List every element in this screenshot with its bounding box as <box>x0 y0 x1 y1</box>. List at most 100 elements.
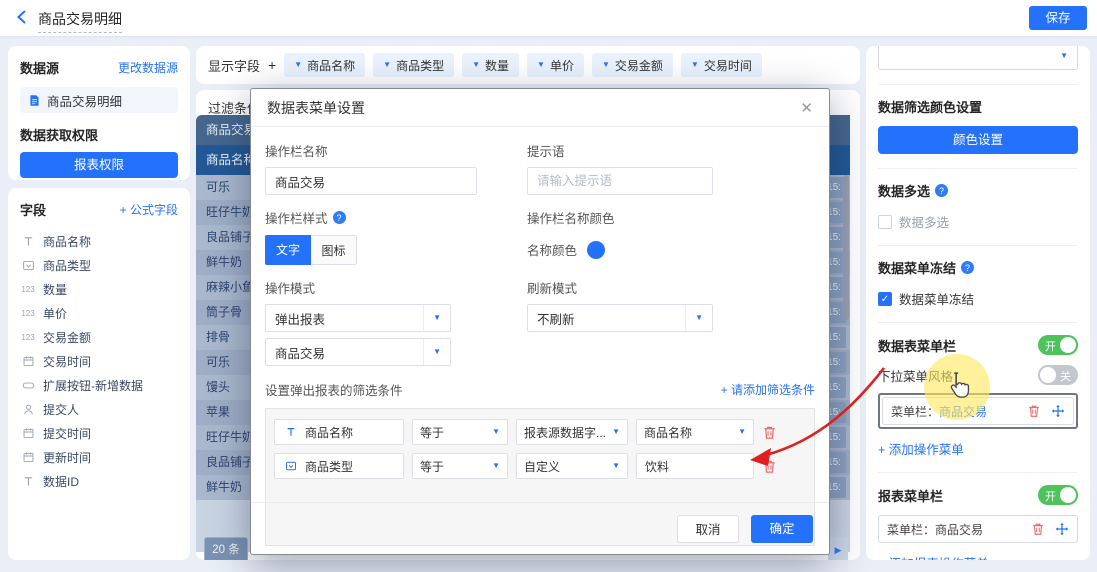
field-chip[interactable]: ▼单价 <box>527 53 584 77</box>
cancel-button[interactable]: 取消 <box>677 515 739 543</box>
field-item[interactable]: 123交易金额 <box>20 325 178 349</box>
report-menu-item[interactable]: 菜单栏：商品交易 <box>878 515 1078 543</box>
report-select[interactable]: 商品交易▼ <box>265 338 451 366</box>
style-select[interactable]: ▼ <box>878 46 1078 70</box>
filter-section-label: 设置弹出报表的筛选条件 <box>265 380 403 399</box>
next-page-button[interactable]: ▶ <box>828 537 848 560</box>
back-icon[interactable] <box>14 9 30 25</box>
chevron-down-icon: ▼ <box>691 61 699 69</box>
color-swatch[interactable] <box>587 241 605 259</box>
field-item[interactable]: 商品类型 <box>20 253 178 277</box>
add-field-button[interactable]: + <box>268 57 276 73</box>
help-icon[interactable]: ? <box>333 211 346 224</box>
calendar-icon <box>20 449 36 465</box>
multi-select-row[interactable]: 数据多选 <box>878 212 1078 231</box>
condition-operator-select[interactable]: 等于▼ <box>412 453 508 479</box>
condition-operator-select[interactable]: 等于▼ <box>412 419 508 445</box>
calendar-icon <box>20 353 36 369</box>
field-item[interactable]: 123单价 <box>20 301 178 325</box>
datasource-item-label: 商品交易明细 <box>47 91 122 110</box>
field-chip[interactable]: ▼商品名称 <box>284 53 365 77</box>
bar-name-input[interactable] <box>265 167 477 195</box>
add-action-menu-link[interactable]: + 添加操作菜单 <box>878 439 1078 458</box>
field-chip[interactable]: ▼交易金额 <box>592 53 673 77</box>
help-icon[interactable]: ? <box>961 261 974 274</box>
chevron-down-icon: ▼ <box>607 462 620 470</box>
confirm-button[interactable]: 确定 <box>751 515 813 543</box>
color-settings-button[interactable]: 颜色设置 <box>878 126 1078 154</box>
change-datasource-link[interactable]: 更改数据源 <box>118 59 178 76</box>
action-mode-label: 操作模式 <box>265 278 515 297</box>
divider <box>878 168 1078 169</box>
multi-select-label: 数据多选 <box>899 212 949 231</box>
bar-style-segmented: 文字 图标 <box>265 235 515 265</box>
field-chip[interactable]: ▼交易时间 <box>681 53 762 77</box>
style-icon-option[interactable]: 图标 <box>311 235 357 265</box>
trash-icon[interactable] <box>1027 404 1041 418</box>
chevron-down-icon: ▼ <box>607 428 620 436</box>
condition-source-select[interactable]: 自定义▼ <box>516 453 628 479</box>
datasource-panel: 数据源 更改数据源 商品交易明细 数据获取权限 报表权限 <box>8 46 190 180</box>
field-chip[interactable]: ▼商品类型 <box>373 53 454 77</box>
table-scrollbar[interactable] <box>843 175 849 320</box>
dropdown-style-toggle[interactable]: 关 <box>1038 365 1078 385</box>
field-item[interactable]: 数据ID <box>20 469 178 493</box>
row-count-badge: 20 条 <box>204 537 248 560</box>
field-item[interactable]: 123数量 <box>20 277 178 301</box>
checkbox-checked[interactable]: ✓ <box>878 292 892 306</box>
toggle-knob <box>1060 487 1076 503</box>
field-item[interactable]: 提交时间 <box>20 421 178 445</box>
field-item[interactable]: 提交人 <box>20 397 178 421</box>
person-icon <box>20 401 36 417</box>
field-item[interactable]: 更新时间 <box>20 445 178 469</box>
close-icon[interactable]: ✕ <box>800 99 813 117</box>
condition-value-select[interactable]: 商品名称▼ <box>636 419 754 445</box>
trash-icon[interactable] <box>1031 522 1045 536</box>
select-icon <box>20 257 36 273</box>
trash-icon[interactable] <box>762 459 777 474</box>
condition-field[interactable]: 商品类型 <box>274 453 404 479</box>
datasource-item[interactable]: 商品交易明细 <box>20 87 178 113</box>
chevron-down-icon: ▼ <box>487 462 500 470</box>
number-icon: 123 <box>20 305 36 321</box>
formula-field-link[interactable]: + 公式字段 <box>120 201 178 218</box>
toggle-knob <box>1040 367 1056 383</box>
fields-panel: 字段 + 公式字段 商品名称 商品类型 123数量 123单价 123交易金额 … <box>8 188 190 560</box>
trash-icon[interactable] <box>762 425 777 440</box>
select-icon <box>283 458 299 474</box>
move-icon[interactable] <box>1051 404 1065 418</box>
tip-input[interactable] <box>527 167 713 195</box>
bar-name-color-label: 操作栏名称颜色 <box>527 208 727 227</box>
move-icon[interactable] <box>1055 522 1069 536</box>
checkbox-unchecked[interactable] <box>878 215 892 229</box>
add-filter-condition-link[interactable]: + 请添加筛选条件 <box>721 381 815 398</box>
settings-panel: ▼ 数据筛选颜色设置 颜色设置 数据多选? 数据多选 数据菜单冻结? ✓数据菜单… <box>866 46 1090 560</box>
action-mode-select[interactable]: 弹出报表▼ <box>265 304 451 332</box>
save-button[interactable]: 保存 <box>1029 6 1087 30</box>
datasource-title: 数据源 <box>20 58 59 77</box>
table-menu-toggle[interactable]: 开 <box>1038 335 1078 355</box>
add-report-menu-link[interactable]: + 添加报表操作菜单 <box>878 553 1078 560</box>
field-item[interactable]: 扩展按钮-新增数据 <box>20 373 178 397</box>
bar-name-label: 操作栏名称 <box>265 141 515 160</box>
display-fields-bar: 显示字段 + ▼商品名称 ▼商品类型 ▼数量 ▼单价 ▼交易金额 ▼交易时间 <box>196 46 860 84</box>
chevron-down-icon: ▼ <box>433 314 441 322</box>
refresh-mode-select[interactable]: 不刷新▼ <box>527 304 713 332</box>
divider <box>878 245 1078 246</box>
help-icon[interactable]: ? <box>935 184 948 197</box>
table-menu-item[interactable]: 菜单栏：商品交易 <box>882 397 1074 425</box>
field-item[interactable]: 商品名称 <box>20 229 178 253</box>
report-menu-toggle[interactable]: 开 <box>1038 485 1078 505</box>
style-text-option[interactable]: 文字 <box>265 235 311 265</box>
condition-source-select[interactable]: 报表源数据字...▼ <box>516 419 628 445</box>
field-item[interactable]: 交易时间 <box>20 349 178 373</box>
menu-freeze-row[interactable]: ✓数据菜单冻结 <box>878 289 1078 308</box>
text-icon <box>20 473 36 489</box>
condition-field[interactable]: 商品名称 <box>274 419 404 445</box>
condition-value-input[interactable] <box>636 453 754 479</box>
text-icon <box>20 233 36 249</box>
report-permission-button[interactable]: 报表权限 <box>20 152 178 178</box>
color-settings-title: 数据筛选颜色设置 <box>878 97 982 116</box>
text-icon <box>283 424 299 440</box>
field-chip[interactable]: ▼数量 <box>462 53 519 77</box>
